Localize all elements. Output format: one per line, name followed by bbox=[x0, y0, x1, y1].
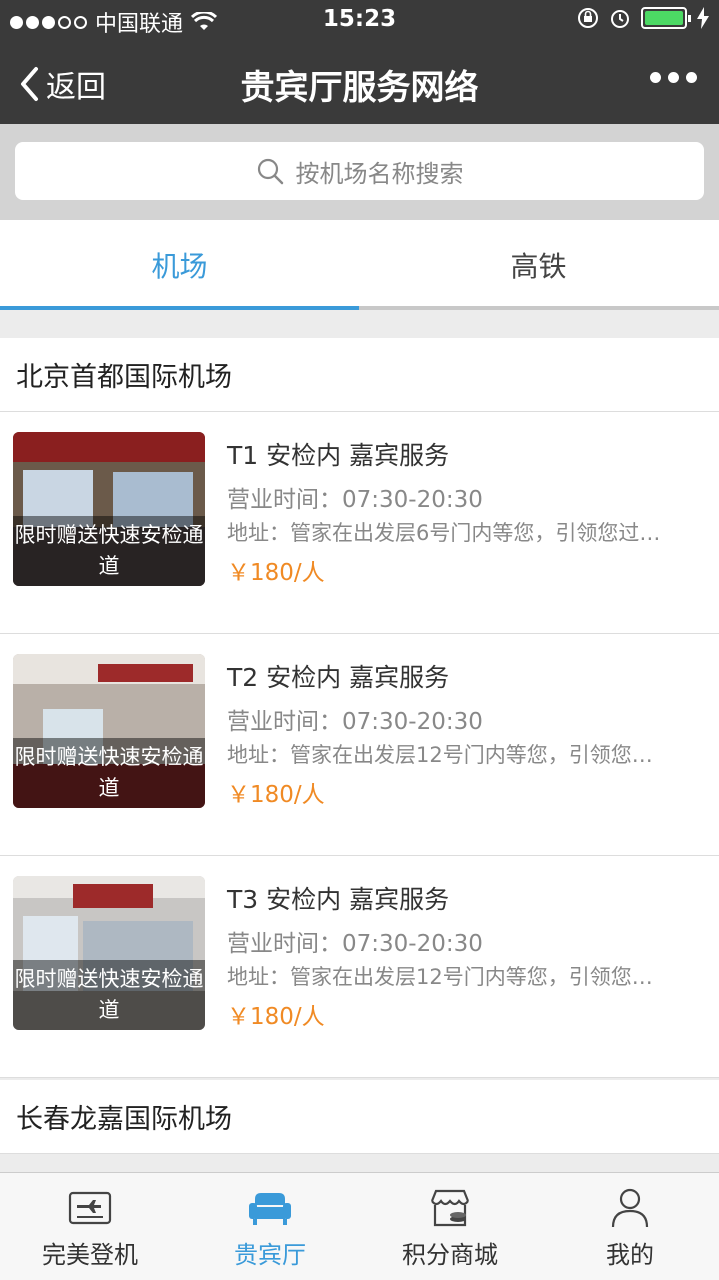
lounge-address: 地址：管家在出发层6号门内等您，引领您过… bbox=[227, 521, 661, 545]
sofa-icon bbox=[249, 1193, 291, 1225]
tab-divider bbox=[359, 306, 719, 310]
tab-perfect-boarding[interactable]: 完美登机 bbox=[0, 1173, 180, 1280]
lounge-list-item[interactable]: 限时赠送快速安检通道 T3 安检内 嘉宾服务 营业时间：07:30-20:30 … bbox=[0, 856, 719, 1078]
boarding-pass-icon bbox=[68, 1191, 112, 1225]
lounge-photo: 限时赠送快速安检通道 bbox=[13, 654, 205, 808]
tab-vip-lounge[interactable]: 贵宾厅 bbox=[180, 1173, 360, 1280]
store-icon bbox=[430, 1189, 470, 1227]
section-header-changchun: 长春龙嘉国际机场 bbox=[0, 1080, 719, 1154]
status-bar: 中国联通 15:23 bbox=[0, 0, 719, 40]
chevron-left-icon bbox=[21, 67, 38, 101]
lounge-list-item[interactable]: 限时赠送快速安检通道 T1 安检内 嘉宾服务 营业时间：07:30-20:30 … bbox=[0, 412, 719, 634]
tab-high-speed-rail[interactable]: 高铁 bbox=[359, 220, 718, 310]
lounge-price: ￥180/人 bbox=[227, 1004, 325, 1030]
lounge-hours: 营业时间：07:30-20:30 bbox=[227, 487, 483, 513]
search-placeholder: 按机场名称搜索 bbox=[295, 159, 464, 188]
lounge-photo: 限时赠送快速安检通道 bbox=[13, 432, 205, 586]
active-tab-indicator bbox=[0, 306, 359, 310]
lounge-hours: 营业时间：07:30-20:30 bbox=[227, 931, 483, 957]
search-area: 按机场名称搜索 bbox=[0, 124, 719, 220]
tab-label: 贵宾厅 bbox=[234, 1241, 306, 1269]
search-icon bbox=[257, 158, 283, 185]
alarm-icon bbox=[611, 10, 629, 28]
tab-label: 我的 bbox=[606, 1241, 654, 1269]
bottom-tab-bar: 完美登机 贵宾厅 积分商城 我的 bbox=[0, 1172, 719, 1280]
tab-points-mall[interactable]: 积分商城 bbox=[360, 1173, 540, 1280]
lounge-title: T2 安检内 嘉宾服务 bbox=[227, 663, 450, 692]
lounge-hours: 营业时间：07:30-20:30 bbox=[227, 709, 483, 735]
lounge-title: T1 安检内 嘉宾服务 bbox=[227, 441, 450, 470]
user-icon bbox=[611, 1188, 649, 1228]
back-button[interactable]: 返回 bbox=[18, 62, 106, 106]
lounge-price: ￥180/人 bbox=[227, 560, 325, 586]
tab-label: 积分商城 bbox=[402, 1241, 498, 1269]
promo-badge: 限时赠送快速安检通道 bbox=[13, 516, 205, 586]
battery-icon bbox=[641, 7, 691, 29]
page-title: 贵宾厅服务网络 bbox=[240, 68, 479, 108]
tab-airport[interactable]: 机场 bbox=[0, 220, 359, 310]
rotation-lock-icon bbox=[578, 8, 598, 28]
more-options-icon[interactable] bbox=[650, 72, 697, 83]
search-input[interactable]: 按机场名称搜索 bbox=[15, 142, 704, 200]
nav-bar: 返回 贵宾厅服务网络 bbox=[0, 40, 719, 124]
lounge-title: T3 安检内 嘉宾服务 bbox=[227, 885, 450, 914]
charging-icon bbox=[697, 7, 709, 29]
tab-mine[interactable]: 我的 bbox=[540, 1173, 719, 1280]
promo-badge: 限时赠送快速安检通道 bbox=[13, 960, 205, 1030]
lounge-list-item[interactable]: 限时赠送快速安检通道 T2 安检内 嘉宾服务 营业时间：07:30-20:30 … bbox=[0, 634, 719, 856]
category-tabs: 机场 高铁 bbox=[0, 220, 719, 310]
lounge-address: 地址：管家在出发层12号门内等您，引领您… bbox=[227, 965, 653, 989]
lounge-address: 地址：管家在出发层12号门内等您，引领您… bbox=[227, 743, 653, 767]
tab-label: 完美登机 bbox=[42, 1241, 138, 1269]
lounge-photo: 限时赠送快速安检通道 bbox=[13, 876, 205, 1030]
promo-badge: 限时赠送快速安检通道 bbox=[13, 738, 205, 808]
back-label: 返回 bbox=[46, 70, 106, 105]
section-header-beijing: 北京首都国际机场 bbox=[0, 338, 719, 412]
lounge-price: ￥180/人 bbox=[227, 782, 325, 808]
